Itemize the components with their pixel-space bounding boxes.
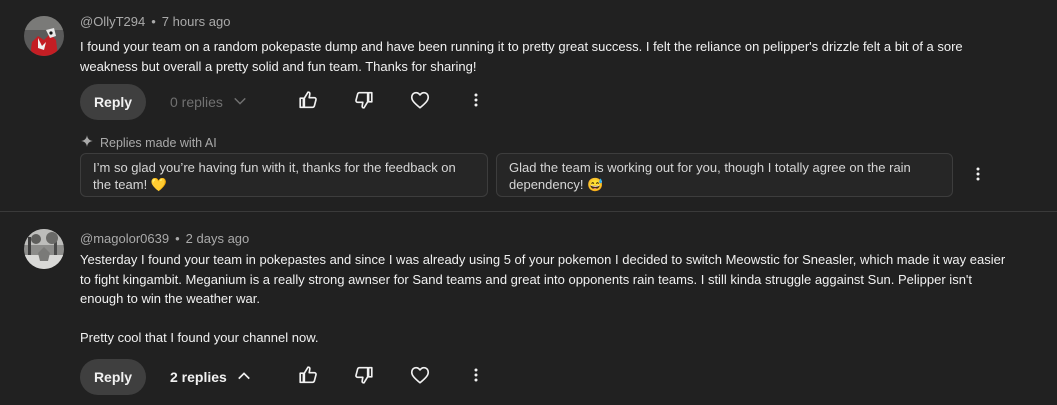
comment-actions: Reply 2 replies bbox=[80, 359, 500, 395]
heart-icon bbox=[409, 364, 431, 391]
ai-replies-more-button[interactable] bbox=[960, 158, 996, 194]
comment-text: I found your team on a random pokepaste … bbox=[80, 37, 1010, 76]
chevron-up-icon bbox=[235, 367, 253, 388]
author-name[interactable]: @magolor0639 bbox=[80, 231, 169, 246]
ai-reply-suggestion[interactable]: I’m so glad you’re having fun with it, t… bbox=[80, 153, 488, 197]
thumbs-up-icon bbox=[297, 89, 319, 116]
timestamp[interactable]: 7 hours ago bbox=[162, 14, 231, 29]
comment-paragraph: Pretty cool that I found your channel no… bbox=[80, 330, 319, 345]
more-vert-icon bbox=[968, 164, 988, 189]
dislike-button[interactable] bbox=[346, 84, 382, 120]
comment-paragraph: I found your team on a random pokepaste … bbox=[80, 39, 963, 74]
heart-button[interactable] bbox=[402, 359, 438, 395]
avatar[interactable] bbox=[24, 16, 64, 56]
dislike-button[interactable] bbox=[346, 359, 382, 395]
heart-button[interactable] bbox=[402, 84, 438, 120]
replies-count: 0 replies bbox=[170, 94, 223, 110]
thumbs-up-icon bbox=[297, 364, 319, 391]
like-button[interactable] bbox=[290, 359, 326, 395]
replies-toggle[interactable]: 0 replies bbox=[158, 84, 261, 120]
separator-dot: • bbox=[175, 231, 180, 246]
comment-paragraph: Yesterday I found your team in pokepaste… bbox=[80, 252, 1006, 306]
comment-text: Yesterday I found your team in pokepaste… bbox=[80, 250, 1010, 348]
sparkle-icon bbox=[80, 134, 94, 151]
comment-thread: @magolor0639 • 2 days ago Yesterday I foun… bbox=[0, 212, 1057, 405]
ai-reply-suggestion[interactable]: Glad the team is working out for you, th… bbox=[496, 153, 953, 197]
avatar[interactable] bbox=[24, 229, 64, 269]
chevron-down-icon bbox=[231, 92, 249, 113]
timestamp[interactable]: 2 days ago bbox=[186, 231, 250, 246]
more-actions-button[interactable] bbox=[458, 359, 494, 395]
reply-button[interactable]: Reply bbox=[80, 84, 146, 120]
comment-thread: @OllyT294 • 7 hours ago I found your team … bbox=[0, 0, 1057, 211]
heart-icon bbox=[409, 89, 431, 116]
ai-replies-text: Replies made with AI bbox=[100, 135, 217, 150]
reply-button[interactable]: Reply bbox=[80, 359, 146, 395]
thumbs-down-icon bbox=[353, 364, 375, 391]
ai-replies-label: Replies made with AI bbox=[80, 134, 217, 151]
comment-header: @OllyT294 • 7 hours ago bbox=[80, 14, 230, 29]
comment-actions: Reply 0 replies bbox=[80, 84, 500, 120]
separator-dot: • bbox=[151, 14, 156, 29]
comment-header: @magolor0639 • 2 days ago bbox=[80, 231, 249, 246]
replies-count: 2 replies bbox=[170, 369, 227, 385]
like-button[interactable] bbox=[290, 84, 326, 120]
replies-toggle[interactable]: 2 replies bbox=[158, 359, 265, 395]
more-vert-icon bbox=[466, 365, 486, 390]
more-vert-icon bbox=[466, 90, 486, 115]
author-name[interactable]: @OllyT294 bbox=[80, 14, 145, 29]
more-actions-button[interactable] bbox=[458, 84, 494, 120]
thumbs-down-icon bbox=[353, 89, 375, 116]
